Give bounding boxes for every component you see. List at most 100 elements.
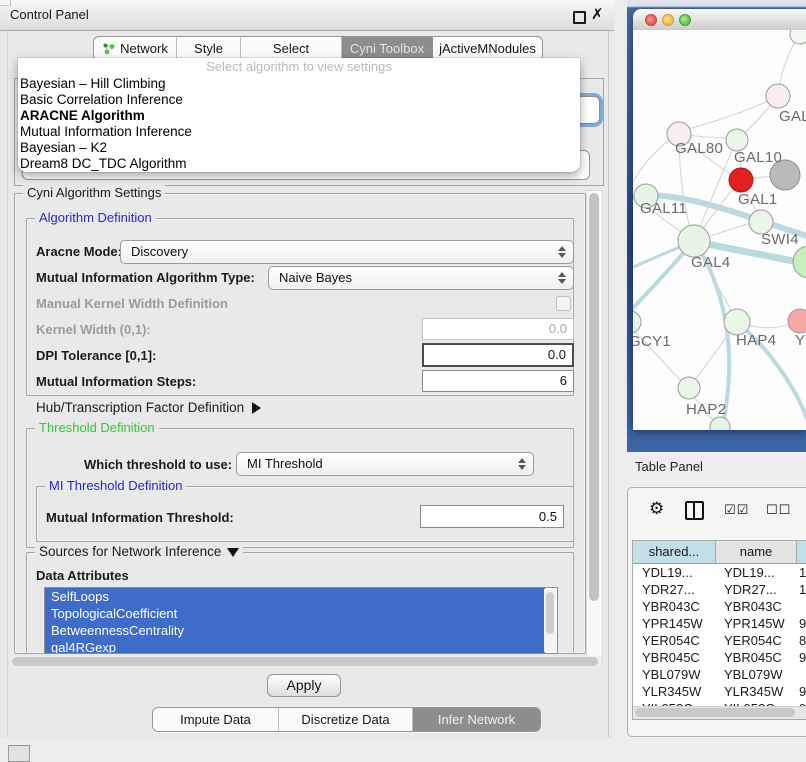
screen: Control Panel ✗ Network Style Sele xyxy=(0,0,806,762)
algorithm-dropdown-popup: Select algorithm to view settings Bayesi… xyxy=(18,58,580,172)
cell[interactable]: YER054C xyxy=(633,632,715,649)
mi-steps-field[interactable]: 6 xyxy=(422,370,574,392)
table-body: YDL19... YDL19... 13 YDR27... YDR27... 1… xyxy=(633,564,806,719)
panel-corner-notch xyxy=(0,0,11,6)
table-row[interactable]: YDR27... YDR27... 12 xyxy=(633,581,806,598)
mi-algorithm-type-value: Naive Bayes xyxy=(279,267,352,289)
kernel-width-field[interactable]: 0.0 xyxy=(422,318,574,340)
cell[interactable]: 12 xyxy=(795,581,806,598)
manual-kernel-width-checkbox[interactable] xyxy=(556,296,571,311)
close-traffic-light[interactable] xyxy=(645,14,657,26)
show-checked-columns-icon[interactable]: ☑☑ xyxy=(724,502,749,518)
dropdown-item[interactable]: Dream8 DC_TDC Algorithm xyxy=(18,156,580,172)
list-item[interactable]: TopologicalCoefficient xyxy=(45,605,545,622)
dpi-tolerance-value: 0.0 xyxy=(424,345,572,365)
tab-select[interactable]: Select xyxy=(241,37,342,60)
network-canvas[interactable]: GAL GAL80 GAL10 GAL1 GAL11 SWI4 GAL4 GCY… xyxy=(633,30,806,430)
data-attributes-list[interactable]: SelfLoops TopologicalCoefficient Between… xyxy=(44,587,558,654)
zoom-traffic-light[interactable] xyxy=(679,14,691,26)
table-row[interactable]: YLR345W YLR345W 9. xyxy=(633,683,806,700)
tab-jactivemnodules[interactable]: jActiveMNodules xyxy=(433,37,542,60)
cell[interactable]: YPR145W xyxy=(633,615,715,632)
node-label: GAL10 xyxy=(734,149,782,166)
close-icon[interactable]: ✗ xyxy=(591,4,604,26)
which-threshold-combobox[interactable]: MI Threshold xyxy=(236,452,534,476)
table-row[interactable]: YPR145W YPR145W 9. xyxy=(633,615,806,632)
settings-vertical-scrollbar-thumb[interactable] xyxy=(589,193,599,601)
column-header-name[interactable]: name xyxy=(716,541,797,563)
tab-jactivemnodules-label: jActiveMNodules xyxy=(439,37,536,60)
table-row[interactable]: YBR043C YBR043C xyxy=(633,598,806,615)
list-scrollbar[interactable] xyxy=(544,589,556,652)
dropdown-item[interactable]: Mutual Information Inference xyxy=(18,124,580,140)
mi-algorithm-type-combobox[interactable]: Naive Bayes xyxy=(268,266,574,290)
columns-icon[interactable] xyxy=(685,501,704,520)
cell[interactable]: YBR045C xyxy=(715,649,795,666)
tab-style[interactable]: Style xyxy=(177,37,241,60)
cell[interactable]: YBL079W xyxy=(715,666,795,683)
apply-button[interactable]: Apply xyxy=(267,674,341,697)
minimize-traffic-light[interactable] xyxy=(662,14,674,26)
dropdown-item[interactable]: Bayesian – K2 xyxy=(18,140,580,156)
node-label: SWI4 xyxy=(761,231,799,248)
cell[interactable]: 13 xyxy=(795,564,806,581)
tab-impute-data[interactable]: Impute Data xyxy=(153,708,279,731)
table-horizontal-scrollbar-thumb[interactable] xyxy=(635,708,795,717)
column-header-shared-name[interactable]: shared... xyxy=(633,541,716,563)
settings-horizontal-scrollbar-thumb[interactable] xyxy=(12,657,598,666)
sources-title[interactable]: Sources for Network Inference xyxy=(35,544,243,559)
cell[interactable]: YLR345W xyxy=(633,683,715,700)
node-label: GAL1 xyxy=(738,191,778,208)
dropdown-item-selected[interactable]: ARACNE Algorithm xyxy=(18,108,580,124)
list-scrollbar-thumb[interactable] xyxy=(546,592,554,634)
cell[interactable] xyxy=(795,598,806,615)
cell[interactable]: YBR043C xyxy=(715,598,795,615)
cell[interactable]: YDR27... xyxy=(715,581,795,598)
table-row[interactable]: YBL079W YBL079W xyxy=(633,666,806,683)
network-window-titlebar[interactable] xyxy=(633,9,806,31)
tab-select-label: Select xyxy=(273,37,309,60)
cell[interactable]: YDR27... xyxy=(633,581,715,598)
list-item[interactable]: BetweennessCentrality xyxy=(45,622,545,639)
list-item[interactable]: gal4RGexp xyxy=(45,639,545,654)
cell[interactable] xyxy=(795,666,806,683)
cyni-algorithm-settings-title: Cyni Algorithm Settings xyxy=(23,185,165,200)
dropdown-item[interactable]: Bayesian – Hill Climbing xyxy=(18,76,580,92)
cell[interactable]: YBR045C xyxy=(633,649,715,666)
table-row[interactable]: YDL19... YDL19... 13 xyxy=(633,564,806,581)
tab-cyni-toolbox[interactable]: Cyni Toolbox xyxy=(342,37,433,60)
dropdown-item[interactable]: Basic Correlation Inference xyxy=(18,92,580,108)
dpi-tolerance-field[interactable]: 0.0 xyxy=(422,343,574,367)
tab-discretize-data[interactable]: Discretize Data xyxy=(279,708,413,731)
cell[interactable]: 9. xyxy=(795,615,806,632)
table-row[interactable]: YBR045C YBR045C 9. xyxy=(633,649,806,666)
column-header-cut[interactable] xyxy=(797,541,806,563)
tab-infer-network[interactable]: Infer Network xyxy=(413,708,540,731)
table-row[interactable]: YER054C YER054C 8. xyxy=(633,632,806,649)
cell[interactable]: YBR043C xyxy=(633,598,715,615)
minimized-panel-button[interactable] xyxy=(8,745,30,762)
cell[interactable]: 9. xyxy=(795,649,806,666)
hub-definition-toggle[interactable]: Hub/Transcription Factor Definition xyxy=(36,400,261,415)
cell[interactable]: 8. xyxy=(795,632,806,649)
table-horizontal-scrollbar[interactable] xyxy=(633,706,806,719)
cell[interactable]: YER054C xyxy=(715,632,795,649)
network-view-window: GAL GAL80 GAL10 GAL1 GAL11 SWI4 GAL4 GCY… xyxy=(633,9,806,430)
cell[interactable]: 9. xyxy=(795,683,806,700)
kernel-width-label: Kernel Width (0,1): xyxy=(36,322,151,337)
cell[interactable]: YDL19... xyxy=(633,564,715,581)
aracne-mode-combobox[interactable]: Discovery xyxy=(120,240,574,264)
mi-threshold-field[interactable]: 0.5 xyxy=(420,505,564,528)
list-item[interactable]: SelfLoops xyxy=(45,588,545,605)
gear-icon[interactable]: ⚙ xyxy=(649,499,664,519)
float-window-icon[interactable] xyxy=(573,11,586,24)
cell[interactable]: YPR145W xyxy=(715,615,795,632)
hide-columns-icon[interactable]: ☐☐ xyxy=(766,502,791,518)
cell[interactable]: YLR345W xyxy=(715,683,795,700)
cell[interactable]: YDL19... xyxy=(715,564,795,581)
settings-horizontal-scrollbar[interactable] xyxy=(10,656,602,667)
settings-vertical-scrollbar[interactable] xyxy=(586,190,603,664)
data-attributes-label: Data Attributes xyxy=(36,568,129,583)
cell[interactable]: YBL079W xyxy=(633,666,715,683)
tab-network[interactable]: Network xyxy=(94,37,177,60)
